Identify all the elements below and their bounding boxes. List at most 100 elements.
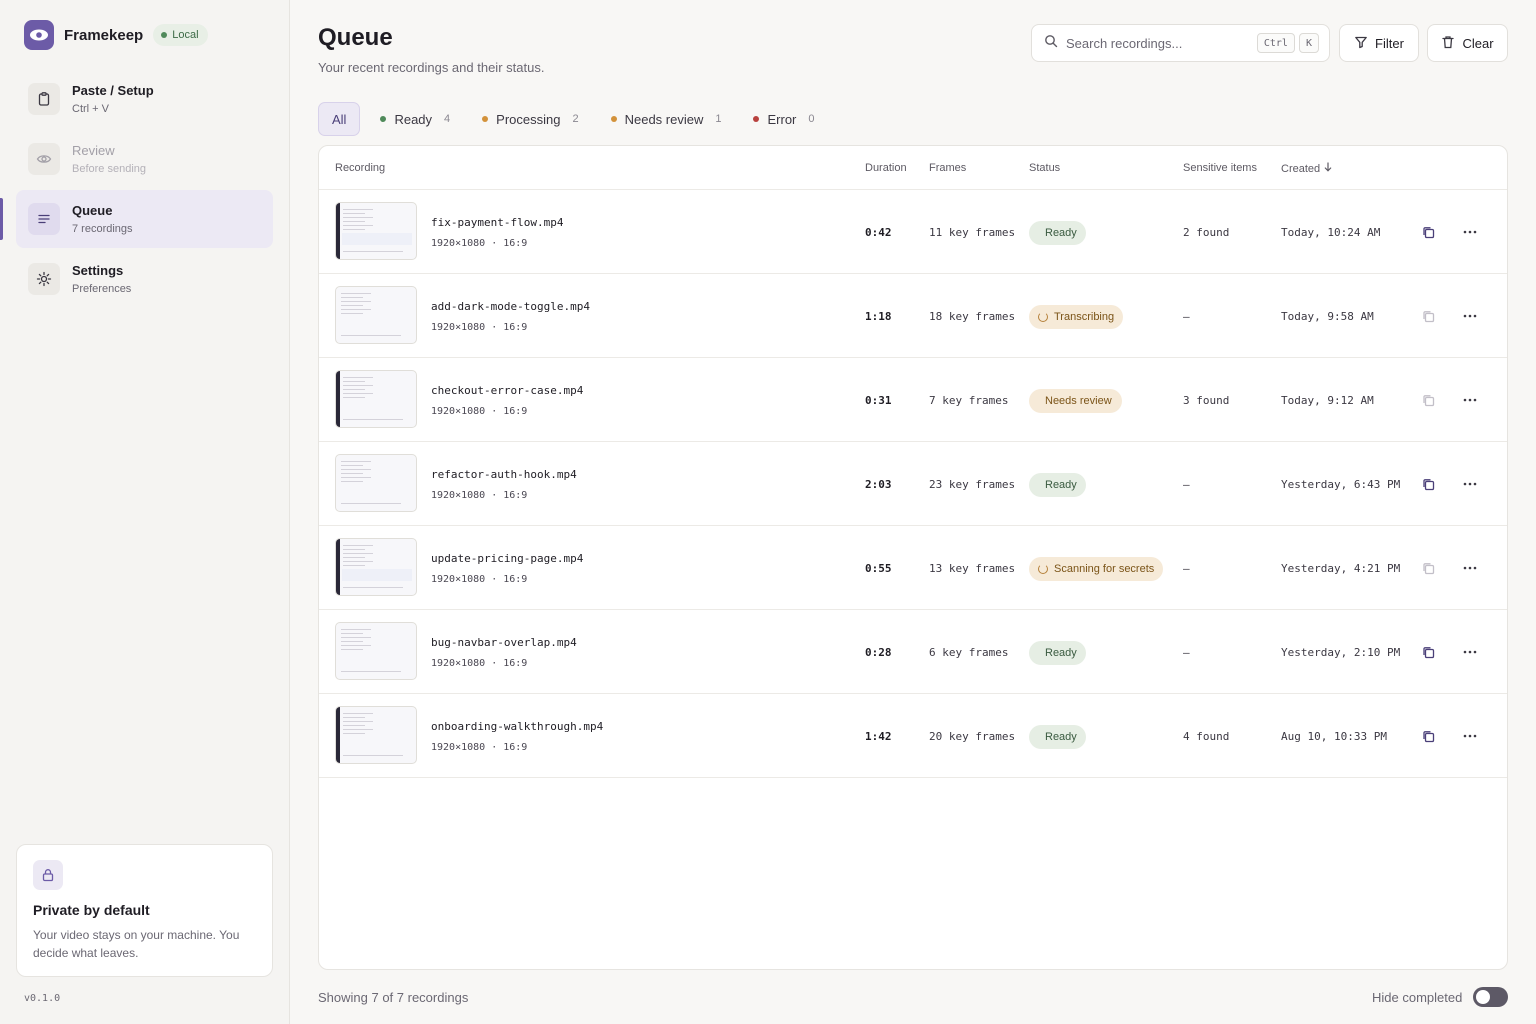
tab-error[interactable]: Error 0 (743, 102, 824, 136)
thumb-line (343, 209, 373, 210)
recording-thumbnail[interactable] (335, 286, 417, 344)
error-dot-icon (753, 116, 760, 122)
column-header-created[interactable]: Created (1281, 162, 1332, 175)
thumb-line (343, 587, 403, 588)
column-header-duration[interactable]: Duration (865, 162, 907, 174)
tab-all[interactable]: All (318, 102, 361, 136)
toggle-knob (1476, 990, 1490, 1004)
table-row[interactable]: refactor-auth-hook.mp4 1920×1080 · 16:9 … (319, 442, 1507, 526)
thumb-line (341, 305, 363, 306)
thumb-line (341, 301, 371, 302)
recording-meta: 1920×1080 · 16:9 (431, 658, 528, 669)
more-options-icon[interactable] (1461, 559, 1479, 577)
recording-frames: 11 key frames (929, 226, 1016, 239)
recording-filename: update-pricing-page.mp4 (431, 552, 584, 565)
page-subtitle: Your recent recordings and their status. (318, 60, 545, 75)
sidebar-item-review[interactable]: Review Before sending (16, 130, 273, 188)
hide-completed-toggle[interactable] (1473, 987, 1508, 1007)
copy-icon[interactable] (1419, 559, 1437, 577)
more-options-icon[interactable] (1461, 475, 1479, 493)
status-dot-icon (161, 32, 168, 38)
copy-icon[interactable] (1419, 643, 1437, 661)
copy-icon[interactable] (1419, 727, 1437, 745)
created-time: Yesterday, 2:10 PM (1281, 646, 1401, 659)
search-placeholder: Search recordings... (1066, 35, 1183, 51)
table-row[interactable]: fix-payment-flow.mp4 1920×1080 · 16:9 0:… (319, 190, 1507, 274)
more-options-icon[interactable] (1461, 727, 1479, 745)
tab-label: Processing (496, 111, 561, 127)
column-header-created-label: Created (1281, 162, 1321, 175)
sidebar-nav: Paste / Setup Ctrl + V Review Before sen… (0, 70, 273, 310)
recording-thumbnail[interactable] (335, 202, 417, 260)
gear-icon (28, 263, 60, 295)
thumb-line (343, 713, 373, 714)
thumb-line (341, 477, 371, 478)
recording-duration: 1:42 (865, 730, 892, 743)
sidebar-item-settings[interactable]: Settings Preferences (16, 250, 273, 308)
recording-filename: checkout-error-case.mp4 (431, 384, 584, 397)
recording-thumbnail[interactable] (335, 622, 417, 680)
table-row[interactable]: add-dark-mode-toggle.mp4 1920×1080 · 16:… (319, 274, 1507, 358)
thumb-line (343, 251, 403, 252)
sensitive-items: — (1183, 646, 1190, 659)
clear-button[interactable]: Clear (1427, 24, 1508, 62)
column-header-status[interactable]: Status (1029, 162, 1060, 174)
tab-ready[interactable]: Ready 4 (370, 102, 460, 136)
thumb-line (343, 377, 373, 378)
recording-thumbnail[interactable] (335, 706, 417, 764)
app-logo-icon (24, 20, 54, 50)
thumb-line (343, 389, 365, 390)
column-header-frames[interactable]: Frames (929, 162, 966, 174)
thumb-line (341, 473, 363, 474)
recording-duration: 2:03 (865, 478, 892, 491)
table-row[interactable]: update-pricing-page.mp4 1920×1080 · 16:9… (319, 526, 1507, 610)
thumb-line (343, 229, 365, 230)
tab-processing[interactable]: Processing 2 (472, 102, 588, 136)
status-label: Transcribing (1054, 311, 1115, 323)
tab-label: Needs review (624, 111, 704, 127)
recording-thumbnail[interactable] (335, 454, 417, 512)
sidebar-item-sub: Before sending (72, 162, 146, 175)
sensitive-items: — (1183, 310, 1190, 323)
filter-button[interactable]: Filter (1339, 24, 1419, 62)
thumb-line (343, 381, 365, 382)
thumb-line (343, 549, 365, 550)
recording-thumbnail[interactable] (335, 538, 417, 596)
copy-icon[interactable] (1419, 391, 1437, 409)
thumb-sidebar (336, 539, 340, 595)
more-options-icon[interactable] (1461, 307, 1479, 325)
created-time: Today, 10:24 AM (1281, 226, 1381, 239)
more-options-icon[interactable] (1461, 643, 1479, 661)
copy-icon[interactable] (1419, 475, 1437, 493)
sort-down-arrow-icon (1324, 162, 1332, 175)
copy-icon[interactable] (1419, 223, 1437, 241)
more-options-icon[interactable] (1461, 223, 1479, 241)
status-badge: Ready (1029, 473, 1086, 497)
recording-duration: 1:18 (865, 310, 892, 323)
table-row[interactable]: bug-navbar-overlap.mp4 1920×1080 · 16:9 … (319, 610, 1507, 694)
table-row[interactable]: onboarding-walkthrough.mp4 1920×1080 · 1… (319, 694, 1507, 778)
thumb-line (343, 397, 365, 398)
clear-button-label: Clear (1462, 35, 1494, 51)
thumb-line (343, 755, 403, 756)
column-header-sensitive-items[interactable]: Sensitive items (1183, 162, 1257, 174)
more-options-icon[interactable] (1461, 391, 1479, 409)
sensitive-items: — (1183, 478, 1190, 491)
thumb-sidebar (336, 371, 340, 427)
sidebar-item-label: Settings (72, 262, 124, 278)
thumb-line (343, 717, 365, 718)
spinner-icon (1038, 564, 1048, 574)
thumb-line (343, 213, 365, 214)
column-header-recording[interactable]: Recording (335, 162, 385, 174)
sidebar-item-queue[interactable]: Queue 7 recordings (0, 190, 273, 248)
sidebar-item-paste-setup[interactable]: Paste / Setup Ctrl + V (16, 70, 273, 128)
tab-needs-review[interactable]: Needs review 1 (601, 102, 732, 136)
status-badge: Needs review (1029, 389, 1122, 413)
table-row[interactable]: checkout-error-case.mp4 1920×1080 · 16:9… (319, 358, 1507, 442)
thumb-line (343, 725, 365, 726)
recording-thumbnail[interactable] (335, 370, 417, 428)
copy-icon[interactable] (1419, 307, 1437, 325)
search-input[interactable]: Search recordings... Ctrl K (1031, 24, 1330, 62)
status-label: Ready (1045, 227, 1077, 239)
recording-duration: 0:42 (865, 226, 892, 239)
